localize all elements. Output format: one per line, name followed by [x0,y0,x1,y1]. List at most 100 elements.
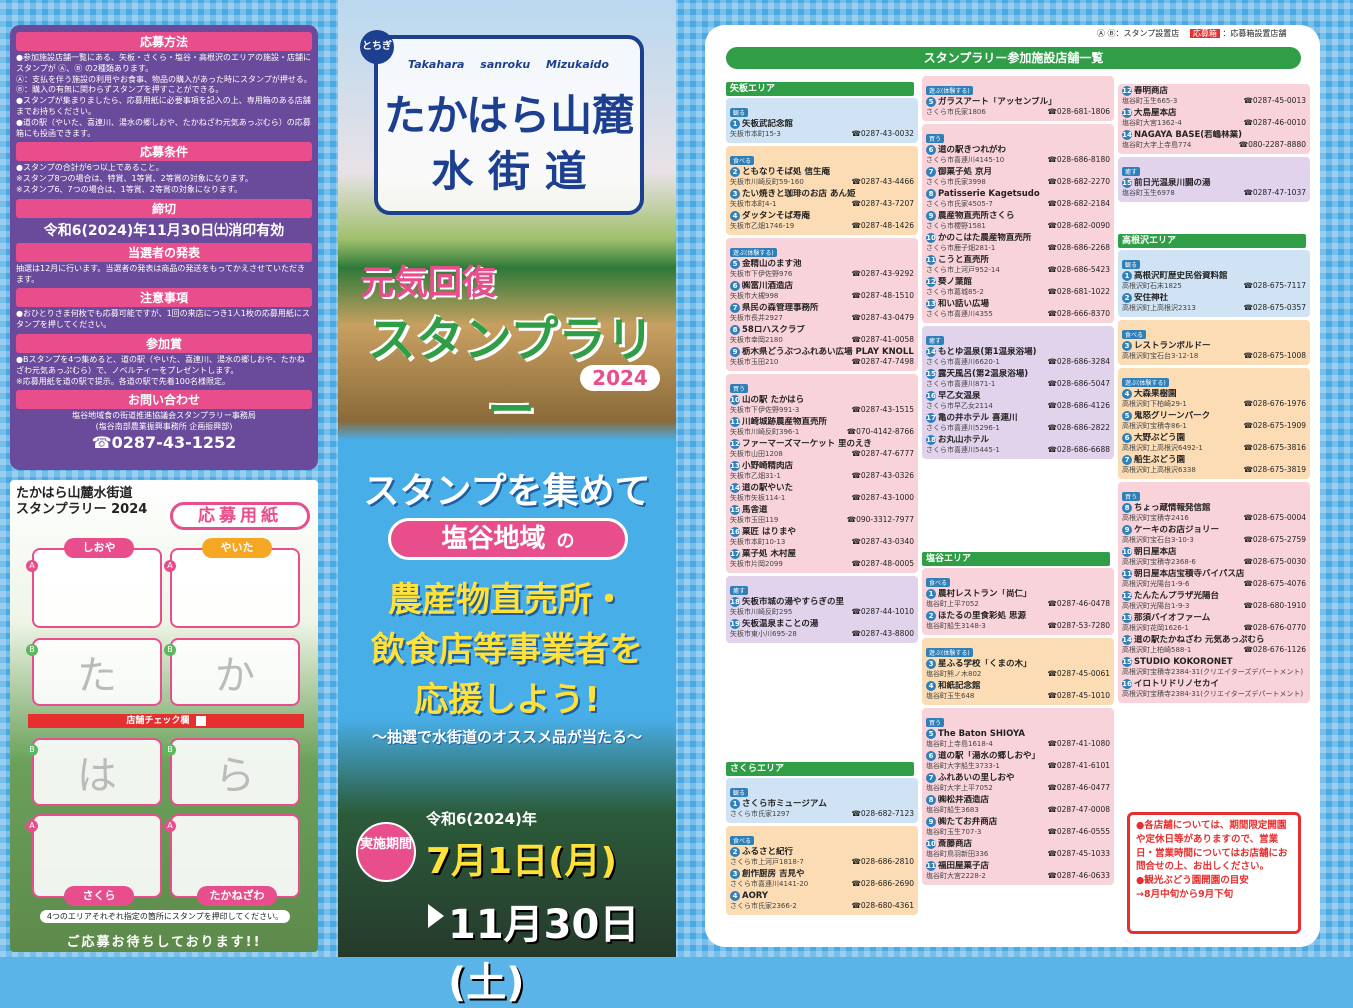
list-item[interactable]: 7 ふれあいの里しおや 塩谷町大字上平7052 ☎0287-46-0477 [926,773,1110,795]
list-item[interactable]: 15 STUDIO KOKORONET 高根沢町宝積寺2384-31(クリエイターズ… [1122,657,1306,679]
list-item[interactable]: 19 矢板温泉まことの湯 矢板市東小川695-28 ☎0287-43-8800 [730,619,914,641]
list-item[interactable]: 11 こうと直売所 さくら市上河戸952-14 ☎028-686-5423 [926,255,1110,277]
list-item[interactable]: 11 福田屋菓子店 塩谷町大宮2228-2 ☎0287-46-0633 [926,861,1110,883]
shop-name-row: 5 金精山のます池 [730,259,914,269]
list-item[interactable]: 9 ㈱たてお弁商店 塩谷町玉生707-3 ☎0287-46-0555 [926,817,1110,839]
list-item[interactable]: 10 斎藤商店 塩谷町鳥羽新田336 ☎0287-45-1033 [926,839,1110,861]
list-item[interactable]: 2 ふるさと紀行 さくら市上河戸1818-7 ☎028-686-2810 [730,847,914,869]
list-item[interactable]: 1 さくら市ミュージアム さくら市氏家1297 ☎028-682-7123 [730,799,914,821]
stamp-char-ta: た [77,653,117,699]
list-item[interactable]: 6 大野ぶどう園 高根沢町上高根沢6492-1 ☎028-675-3816 [1122,433,1306,455]
list-item[interactable]: 3 レストランボルドー 高根沢町宝石台3-12-18 ☎028-675-1008 [1122,341,1306,363]
list-item[interactable]: 18 お丸山ホテル さくら市喜連川5445-1 ☎028-686-6688 [926,435,1110,457]
list-item[interactable]: 17 亀の井ホテル 喜連川 さくら市喜連川5296-1 ☎028-686-2822 [926,413,1110,435]
list-item[interactable]: 6 道の駅きつれがわ さくら市喜連川4145-10 ☎028-686-8180 [926,145,1110,167]
stampbox-ta[interactable]: た B [26,638,162,706]
shop-name-row: 14 道の駅たかねざわ 元気あっぷむら [1122,635,1306,645]
shop-name: 農村レストラン「尚仁」 [938,589,1032,599]
stampbox-yaita[interactable]: やいた A [164,538,300,628]
list-item[interactable]: 9 ケーキのお店ジョリー 高根沢町宝石台3-10-3 ☎028-675-2759 [1122,525,1306,547]
shop-name: 栃木県どうぶつふれあい広場 PLAY KNOLL [742,347,914,357]
conditions-text: ●スタンプの合計が6つ以上であること。 ※スタンプ8つの場合は、特賞、1等賞、2… [16,163,253,194]
stampbox-sakura[interactable]: さくら A [26,814,162,906]
list-item[interactable]: 8 Patisserie Kagetsudo さくら市氏家4505-7 ☎028-68… [926,189,1110,211]
category-group: 買う 6 道の駅きつれがわ さくら市喜連川4145-10 ☎028-686-8180 7 御… [922,124,1114,323]
list-item[interactable]: 1 高根沢町歴史民俗資料館 高根沢町石末1825 ☎028-675-7117 [1122,271,1306,293]
list-item[interactable]: 16 菓匠 はりまや 矢板市本町10-13 ☎0287-43-0340 [730,527,914,549]
category-group: 癒す 14 もとゆ温泉(第1温泉浴場) さくら市喜連川6620-1 ☎028-686-3… [922,326,1114,459]
list-item[interactable]: 11 川崎城跡農産物直売所 矢板市川崎反町396-1 ☎070-4142-8766 [730,417,914,439]
list-item[interactable]: 4 AORY さくら市氏家2366-2 ☎028-680-4361 [730,891,914,913]
stampbox-ha[interactable]: は B [26,738,162,806]
shop-name-row: 9 ケーキのお店ジョリー [1122,525,1306,535]
list-item[interactable]: 6 ㈱富川酒造店 矢板市大槻998 ☎0287-48-1510 [730,281,914,303]
stampbox-ka[interactable]: か B [164,638,300,706]
list-item[interactable]: 13 大島屋本店 塩谷町大宮1362-4 ☎0287-46-0010 [1122,108,1306,130]
list-item[interactable]: 16 早乙女温泉 さくら市早乙女2114 ☎028-686-4126 [926,391,1110,413]
list-item[interactable]: 1 矢板武記念館 矢板市本町15-3 ☎0287-43-0032 [730,119,914,141]
list-item[interactable]: 18 矢板市城の湯やすらぎの里 矢板市川崎反町295 ☎0287-44-1010 [730,597,914,619]
list-item[interactable]: 5 ガラスアート「アッセンブル」 さくら市氏家1806 ☎028-681-1806 [926,97,1110,119]
list-item[interactable]: 10 朝日屋本店 高根沢町宝積寺2368-6 ☎028-675-0030 [1122,547,1306,569]
list-item[interactable]: 16 イロトリドリノセカイ 高根沢町宝積寺2384-31(クリエイターズデパートメン… [1122,679,1306,701]
shop-name-row: 14 NAGAYA BASE(若嶋林業) [1122,130,1306,140]
shop-name-row: 2 安住神社 [1122,293,1306,303]
category-group: 癒す 18 矢板市城の湯やすらぎの里 矢板市川崎反町295 ☎0287-44-1010 1… [726,576,918,643]
list-item[interactable]: 3 星ふる学校「くまの木」 塩谷町熊ノ木802 ☎0287-45-0061 [926,659,1110,681]
list-item[interactable]: 2 ともなりそば処 信生庵 矢板市川崎反町59-160 ☎0287-43-4466 [730,167,914,189]
list-item[interactable]: 8 ちょっ蔵情報発信館 高根沢町宝積寺2416 ☎028-675-0004 [1122,503,1306,525]
list-item[interactable]: 6 道の駅「湯水の郷しおや」 塩谷町大字船生3733-1 ☎0287-41-6101 [926,751,1110,773]
shop-tel: ☎0287-46-0477 [1047,783,1110,792]
stampbox-takanezawa[interactable]: たかねざわ A [164,814,300,906]
list-item[interactable]: 7 県民の森管理事務所 矢板市長井2927 ☎0287-43-0479 [730,303,914,325]
shop-number: 14 [1122,635,1132,645]
list-item[interactable]: 15 露天風呂(第2温泉浴場) さくら市喜連川871-1 ☎028-686-5047 [926,369,1110,391]
list-item[interactable]: 8 ㈱松井酒造店 塩谷町船生3683 ☎0287-47-0008 [926,795,1110,817]
list-item[interactable]: 2 安住神社 高根沢町上高根沢2313 ☎028-675-0357 [1122,293,1306,315]
list-item[interactable]: 9 栃木県どうぶつふれあい広場 PLAY KNOLL 矢板市玉田210 ☎0287-4… [730,347,914,369]
shop-number: 3 [926,659,936,669]
list-item[interactable]: 4 ダッタンそば寿庵 矢板市乙畑1746-19 ☎0287-48-1426 [730,211,914,233]
list-item[interactable]: 15 馬舎道 矢板市玉田119 ☎090-3312-7977 [730,505,914,527]
list-item[interactable]: 13 小野崎精肉店 矢板市乙畑31-1 ☎0287-43-0326 [730,461,914,483]
shop-number: 13 [926,299,936,309]
list-item[interactable]: 10 かのこはた農産物直売所 さくら市鹿子畑281-1 ☎028-686-2268 [926,233,1110,255]
list-item[interactable]: 5 金精山のます池 矢板市下伊佐野976 ☎0287-43-9292 [730,259,914,281]
list-item[interactable]: 14 道の駅たかねざわ 元気あっぷむら 高根沢町上柏崎588-1 ☎028-676-1… [1122,635,1306,657]
list-item[interactable]: 12 たんたんプラザ光陽台 高根沢町光陽台1-9-3 ☎028-680-1910 [1122,591,1306,613]
stampbox-ra[interactable]: ら B [164,738,300,806]
list-item[interactable]: 4 大森果樹園 高根沢町下柏崎29-1 ☎028-676-1976 [1122,389,1306,411]
shop-name: 道の駅きつれがわ [938,145,1007,155]
list-item[interactable]: 4 和紙記念館 塩谷町玉生648 ☎0287-45-1010 [926,681,1110,703]
list-item[interactable]: 10 山の駅 たかはら 矢板市下伊佐野991-3 ☎0287-43-1515 [730,395,914,417]
category-tag: 遊ぶ(体験する) [926,86,973,95]
area-yaita: 矢板エリア [726,82,914,96]
list-item[interactable]: 9 農産物直売所さくら さくら市櫻野1581 ☎028-682-0090 [926,211,1110,233]
shop-number: 11 [730,417,740,427]
category-tag: 遊ぶ(体験する) [730,248,777,257]
checkbox[interactable] [195,715,206,726]
shop-number: 19 [730,619,740,629]
list-item[interactable]: 15 前日光温泉川闘の湯 塩谷町玉生6978 ☎0287-47-1037 [1122,178,1306,200]
list-item[interactable]: 3 たい焼きと珈琲のお店 あん姫 矢板市本町4-1 ☎0287-43-7207 [730,189,914,211]
category-group: 遊ぶ(体験する) 5 ガラスアート「アッセンブル」 さくら市氏家1806 ☎028-68… [922,76,1114,121]
list-item[interactable]: 7 御菓子処 京月 さくら市氏家3998 ☎028-682-2270 [926,167,1110,189]
list-item[interactable]: 17 菓子処 木村屋 矢板市片岡2099 ☎0287-48-0005 [730,549,914,571]
list-item[interactable]: 11 朝日屋本店宝積寺バイパス店 高根沢町光陽台1-9-6 ☎028-675-4076 [1122,569,1306,591]
list-item[interactable]: 14 もとゆ温泉(第1温泉浴場) さくら市喜連川6620-1 ☎028-686-328… [926,347,1110,369]
list-item[interactable]: 14 NAGAYA BASE(若嶋林業) 塩谷町大字上寺島774 ☎080-2287-… [1122,130,1306,152]
list-item[interactable]: 13 那須バイオファーム 高根沢町花岡1626-1 ☎028-676-0770 [1122,613,1306,635]
list-item[interactable]: 14 道の駅やいた 矢板市矢板114-1 ☎0287-43-1000 [730,483,914,505]
list-item[interactable]: 12 ファーマーズマーケット 里のえき 矢板市山田1208 ☎0287-47-6777 [730,439,914,461]
list-item[interactable]: 3 創作厨房 吉見や さくら市喜連川4141-20 ☎028-686-2690 [730,869,914,891]
list-item[interactable]: 1 農村レストラン「尚仁」 塩谷町上平7052 ☎0287-46-0478 [926,589,1110,611]
list-item[interactable]: 2 ほたるの里食彩処 思源 塩谷町船生3148-3 ☎0287-53-7280 [926,611,1110,633]
list-item[interactable]: 12 春明商店 塩谷町玉生665-3 ☎0287-45-0013 [1122,86,1306,108]
list-item[interactable]: 13 和い話い広場 さくら市喜連川4355 ☎028-666-8370 [926,299,1110,321]
list-item[interactable]: 8 58ロハスクラブ 矢板市幸岡2180 ☎0287-41-0058 [730,325,914,347]
list-item[interactable]: 5 The Baton SHIOYA 塩谷町上寺島1618-4 ☎0287-41-10… [926,729,1110,751]
list-item[interactable]: 12 葵ノ葉館 さくら市葛城85-2 ☎028-681-1022 [926,277,1110,299]
list-item[interactable]: 5 鬼怒グリーンパーク 高根沢町宝積寺86-1 ☎028-675-1909 [1122,411,1306,433]
list-item[interactable]: 7 船生ぶどう園 高根沢町上高根沢6338 ☎028-675-3819 [1122,455,1306,477]
stampbox-shioya[interactable]: しおや A [26,538,162,628]
